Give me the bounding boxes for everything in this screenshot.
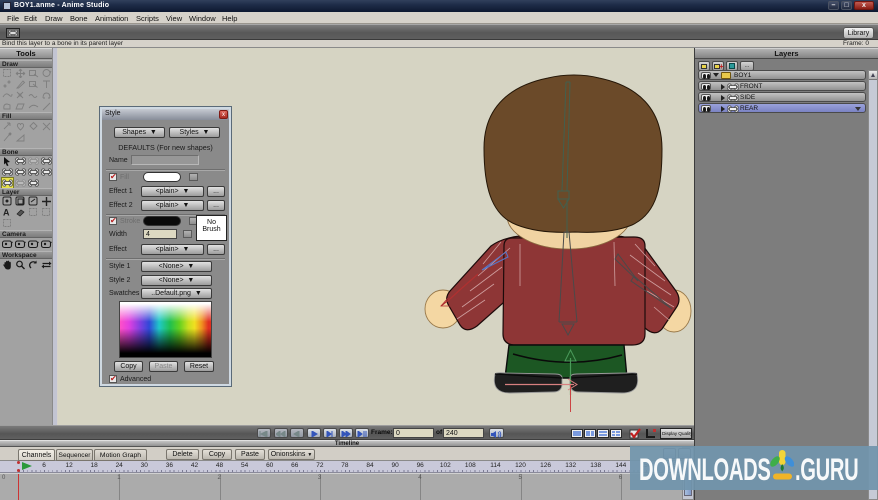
svg-text:A: A xyxy=(3,208,10,218)
